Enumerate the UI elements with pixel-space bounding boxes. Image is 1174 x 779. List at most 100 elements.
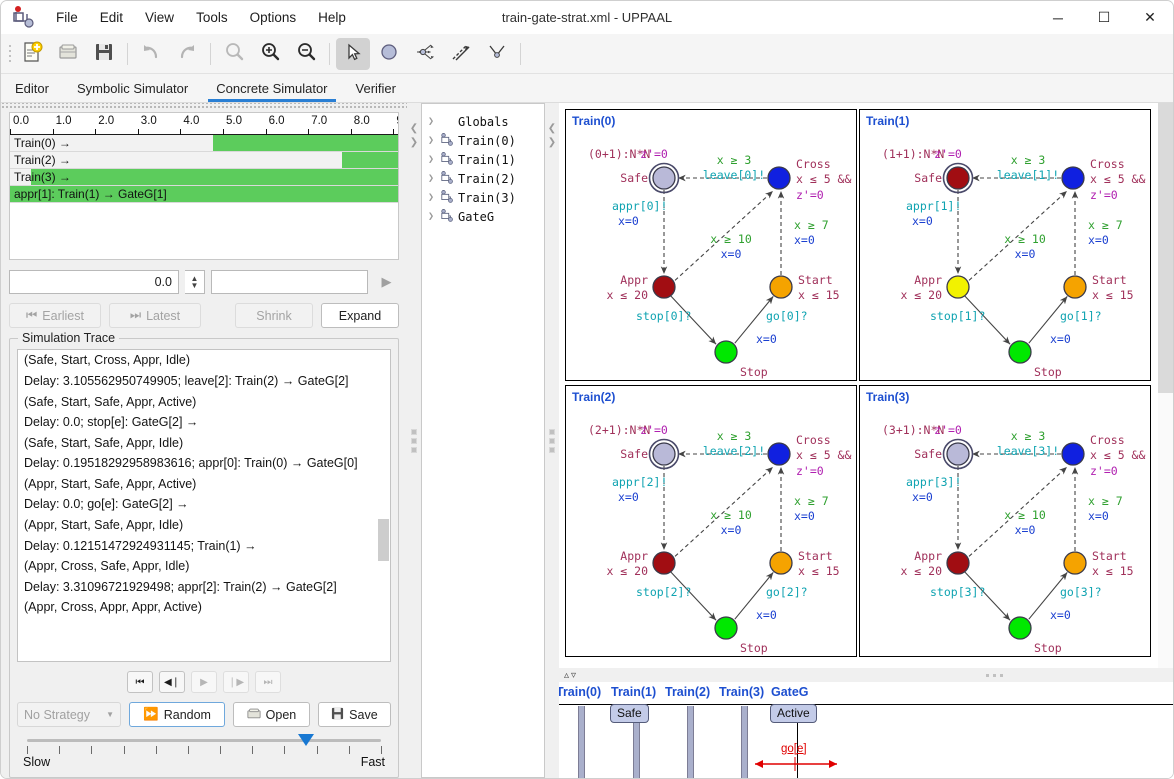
message-sequence-chart[interactable]: Train(0) Train(1) Train(2) Train(3) GateG Ap… [559, 682, 1173, 778]
splitter-right[interactable]: ❮ ❯ [545, 103, 559, 778]
timeline-row[interactable]: Train(0) → [10, 135, 398, 152]
shrink-button[interactable]: Shrink [235, 303, 313, 328]
chevron-right-icon[interactable]: ❯ [426, 116, 436, 127]
trace-item[interactable]: (Appr, Cross, Safe, Appr, Idle) [18, 556, 390, 577]
next-step-button[interactable]: ❘▶ [223, 671, 249, 693]
msc-column-header[interactable]: Train(2) [665, 685, 710, 699]
chevron-right-icon[interactable]: ❯ [426, 192, 436, 203]
timeline-row[interactable]: Train(2) → [10, 152, 398, 169]
splitter-bottom-arrows[interactable]: ▵▿ [564, 670, 578, 681]
msc-column-header[interactable]: GateG [771, 685, 809, 699]
random-button[interactable]: ⏩ Random [129, 702, 226, 727]
msc-state-label[interactable]: Safe [610, 704, 649, 723]
trace-item[interactable]: (Appr, Cross, Appr, Appr, Active) [18, 597, 390, 618]
play-button[interactable]: ▶ [191, 671, 217, 693]
select-tool-button[interactable] [336, 37, 370, 70]
msc-column-header[interactable]: Train(3) [719, 685, 764, 699]
trace-item[interactable]: (Safe, Start, Cross, Appr, Idle) [18, 350, 390, 371]
collapse-left-icon[interactable]: ❮ [410, 123, 418, 134]
menu-tools[interactable]: Tools [185, 6, 239, 29]
tree-item-gateg[interactable]: ❯ GateG [422, 207, 544, 226]
splitter-right-grip[interactable] [550, 429, 554, 452]
tree-item-train0[interactable]: ❯ Train(0) [422, 131, 544, 150]
location-start[interactable] [1063, 551, 1087, 575]
expand-right-icon[interactable]: ❯ [548, 137, 556, 148]
tree-item-train2[interactable]: ❯ Train(2) [422, 169, 544, 188]
chevron-right-icon[interactable]: ❯ [426, 173, 436, 184]
new-document-button[interactable] [15, 38, 49, 70]
expand-left-icon[interactable]: ❯ [410, 137, 418, 148]
trace-item[interactable]: (Appr, Start, Safe, Appr, Active) [18, 473, 390, 494]
automaton-train2[interactable]: Train(2) (2+1):N*N z'=0 Safe Cross x ≤ 5 && z'… [565, 385, 857, 657]
trace-item[interactable]: (Safe, Start, Safe, Appr, Idle) [18, 432, 390, 453]
trace-item[interactable]: Delay: 3.31096721929498; appr[2]: Train(… [18, 576, 390, 597]
minimize-button[interactable]: ─ [1035, 1, 1081, 34]
location-cross[interactable] [767, 166, 791, 190]
location-safe[interactable] [648, 438, 680, 470]
redo-button[interactable] [170, 38, 204, 70]
splitter-bottom-grip[interactable] [986, 673, 1003, 677]
tab-verifier[interactable]: Verifier [342, 77, 410, 102]
splitter-bottom[interactable]: ▵▿ [559, 668, 1173, 682]
msc-column-header[interactable]: Train(1) [611, 685, 656, 699]
automaton-train1[interactable]: Train(1) (1+1):N*N z'=0 Safe Cross x ≤ 5 && z'… [859, 109, 1151, 381]
maximize-button[interactable]: ☐ [1081, 1, 1127, 34]
time-text-input[interactable] [211, 270, 368, 294]
simulation-trace-list[interactable]: (Safe, Start, Cross, Appr, Idle) Delay: 3… [17, 349, 391, 662]
trace-scrollbar[interactable] [378, 351, 389, 660]
add-branchpoint-button[interactable] [408, 38, 442, 70]
undo-button[interactable] [134, 38, 168, 70]
last-step-button[interactable]: ⏭ [255, 671, 281, 693]
trace-item[interactable]: Delay: 3.105562950749905; leave[2]: Trai… [18, 371, 390, 392]
menu-view[interactable]: View [134, 6, 185, 29]
location-cross[interactable] [1061, 442, 1085, 466]
strategy-select[interactable]: No Strategy ▼ [17, 702, 121, 727]
location-stop[interactable] [1008, 616, 1032, 640]
prev-step-button[interactable]: ◀❘ [159, 671, 185, 693]
zoom-fit-button[interactable] [217, 38, 251, 70]
add-location-button[interactable] [372, 38, 406, 70]
chevron-right-icon[interactable]: ❯ [426, 135, 436, 146]
location-appr[interactable] [946, 275, 970, 299]
trace-item[interactable]: (Appr, Start, Safe, Appr, Idle) [18, 515, 390, 536]
menu-help[interactable]: Help [307, 6, 357, 29]
location-appr[interactable] [946, 551, 970, 575]
chevron-right-icon[interactable]: ❯ [426, 154, 436, 165]
toolbar-grip[interactable] [5, 41, 14, 67]
location-cross[interactable] [1061, 166, 1085, 190]
trace-item[interactable]: Delay: 0.0; go[e]: GateG[2] → [18, 494, 390, 515]
location-safe[interactable] [942, 162, 974, 194]
zoom-in-button[interactable] [253, 38, 287, 70]
tree-item-train3[interactable]: ❯ Train(3) [422, 188, 544, 207]
location-safe[interactable] [942, 438, 974, 470]
save-trace-button[interactable]: Save [317, 702, 391, 727]
location-start[interactable] [769, 551, 793, 575]
msc-state-label[interactable]: Active [770, 704, 817, 723]
trace-item[interactable]: Delay: 0.19518292958983616; appr[0]: Tra… [18, 453, 390, 474]
speed-slider[interactable]: Slow Fast [17, 734, 391, 769]
timeline-row[interactable]: appr[1]: Train(1) → GateG[1] [10, 186, 398, 203]
msc-message-label[interactable]: go[e] [781, 743, 807, 755]
timeline-play-button[interactable]: ▶ [374, 270, 399, 294]
save-file-button[interactable] [87, 38, 121, 70]
add-nail-button[interactable] [480, 38, 514, 70]
time-spinner-arrows[interactable]: ▲ ▼ [185, 270, 205, 294]
automaton-train3[interactable]: Train(3) (3+1):N*N z'=0 Safe Cross x ≤ 5 && z'… [859, 385, 1151, 657]
open-trace-button[interactable]: Open [233, 702, 310, 727]
tree-item-train1[interactable]: ❯ Train(1) [422, 150, 544, 169]
location-stop[interactable] [714, 340, 738, 364]
earliest-button[interactable]: ⏮ Earliest [9, 303, 101, 328]
location-appr[interactable] [652, 551, 676, 575]
speed-slider-thumb[interactable] [297, 734, 314, 746]
trace-item[interactable]: Delay: 0.12151472924931145; Train(1) → [18, 535, 390, 556]
automata-viewport[interactable]: Train(0) (0+1):N*N z'=0 Safe Cross x ≤ 5 && z'… [559, 103, 1173, 668]
tab-concrete-simulator[interactable]: Concrete Simulator [202, 77, 341, 102]
splitter-left[interactable]: ❮ ❯ [407, 103, 421, 778]
location-appr[interactable] [652, 275, 676, 299]
tab-editor[interactable]: Editor [1, 77, 63, 102]
tree-item-globals[interactable]: ❯ Globals [422, 112, 544, 131]
location-cross[interactable] [767, 442, 791, 466]
zoom-out-button[interactable] [289, 38, 323, 70]
collapse-right-icon[interactable]: ❮ [548, 123, 556, 134]
time-spinner-value[interactable]: 0.0 [9, 270, 179, 294]
